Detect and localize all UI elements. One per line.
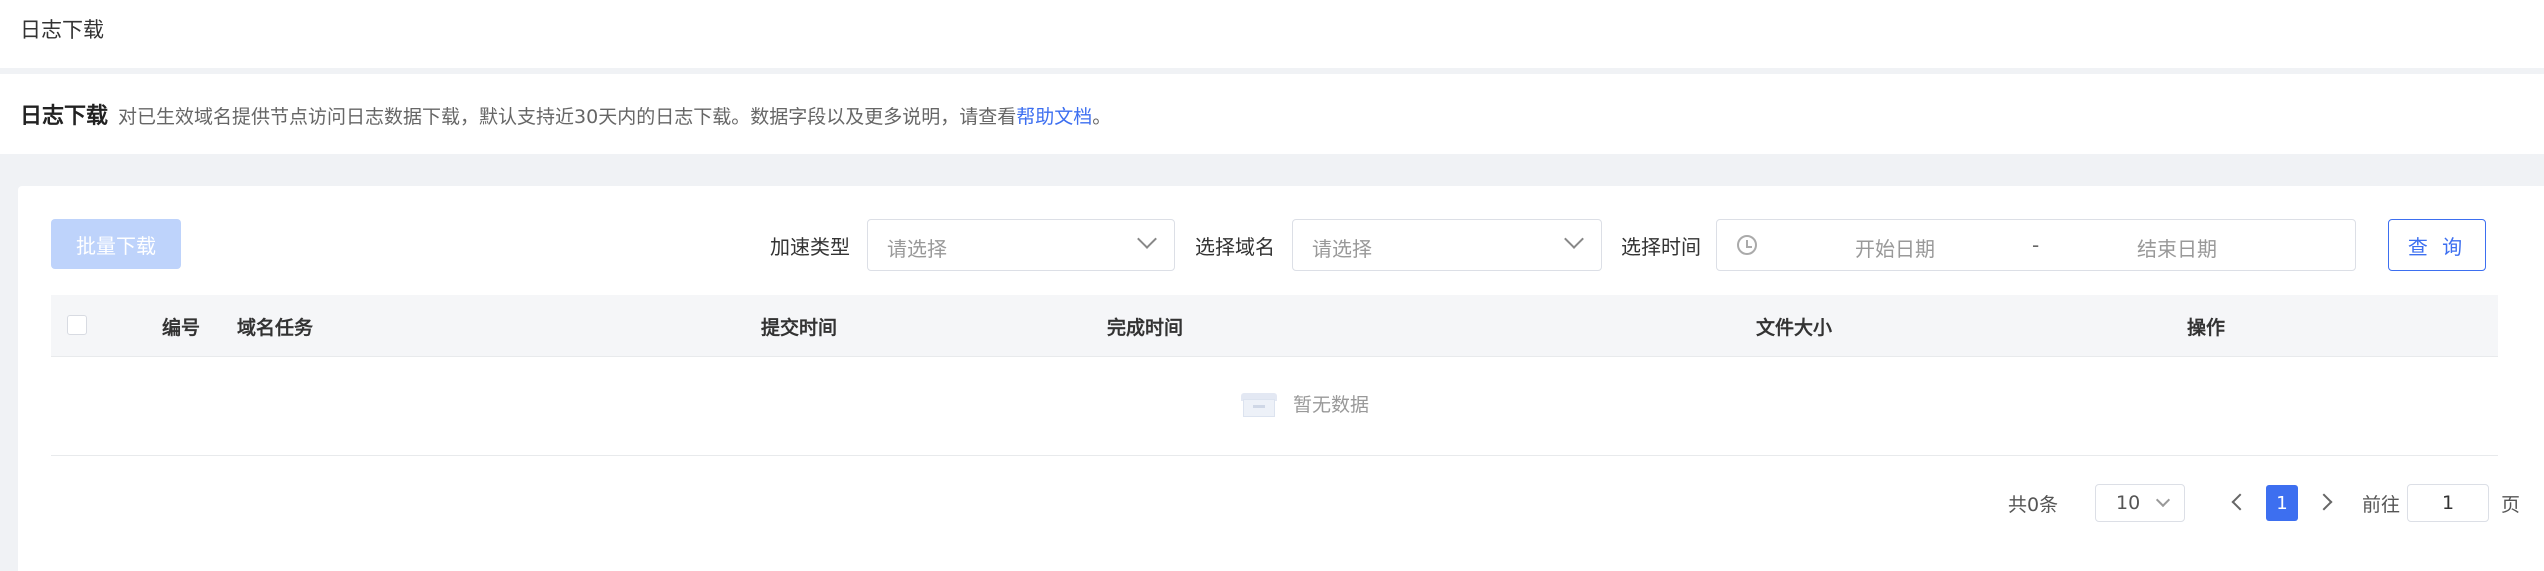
description-suffix: 。 — [1092, 106, 1112, 128]
table-empty-state: 暂无数据 — [51, 357, 2498, 456]
page-size-value: 10 — [2116, 492, 2141, 514]
accel-type-select[interactable]: 请选择 — [867, 219, 1175, 271]
description-line: 日志下载 对已生效域名提供节点访问日志数据下载，默认支持近30天内的日志下载。数据… — [20, 98, 1111, 130]
select-all-checkbox[interactable] — [67, 315, 87, 335]
column-header-id: 编号 — [162, 317, 201, 339]
goto-page-input[interactable] — [2407, 484, 2489, 522]
page-title: 日志下载 — [20, 18, 104, 42]
page-size-select[interactable]: 10 — [2095, 484, 2185, 522]
help-doc-link[interactable]: 帮助文档 — [1016, 106, 1092, 128]
column-header-submit-time: 提交时间 — [761, 317, 838, 339]
prev-page-icon[interactable] — [2231, 493, 2249, 511]
accel-type-label: 加速类型 — [770, 235, 850, 259]
empty-text: 暂无数据 — [1293, 394, 1370, 416]
query-button[interactable]: 查 询 — [2388, 219, 2486, 271]
range-separator: - — [2032, 233, 2040, 257]
chevron-down-icon — [1137, 229, 1157, 249]
pagination-total: 共0条 — [2008, 494, 2059, 516]
column-header-domain-task: 域名任务 — [237, 317, 314, 339]
log-download-card: 批量下载 加速类型 请选择 选择域名 请选择 选择时间 开始日期 - 结束日期 … — [18, 186, 2544, 571]
domain-placeholder: 请选择 — [1312, 237, 1372, 261]
batch-download-button[interactable]: 批量下载 — [51, 219, 181, 269]
date-range-picker[interactable]: 开始日期 - 结束日期 — [1716, 219, 2356, 271]
description-text: 对已生效域名提供节点访问日志数据下载，默认支持近30天内的日志下载。数据字段以及… — [118, 106, 1017, 128]
description-title: 日志下载 — [20, 104, 109, 129]
column-header-file-size: 文件大小 — [1756, 317, 1833, 339]
pagination-page-current[interactable]: 1 — [2266, 485, 2298, 521]
domain-label: 选择域名 — [1195, 235, 1275, 259]
clock-icon — [1737, 235, 1757, 255]
time-label: 选择时间 — [1621, 235, 1701, 259]
empty-message: 暂无数据 — [1241, 390, 1369, 417]
page-suffix-label: 页 — [2501, 494, 2521, 516]
goto-label: 前往 — [2362, 494, 2401, 516]
table-header: 编号 域名任务 提交时间 完成时间 文件大小 操作 — [51, 295, 2498, 357]
description-bar: 日志下载 对已生效域名提供节点访问日志数据下载，默认支持近30天内的日志下载。数据… — [0, 74, 2544, 154]
accel-type-placeholder: 请选择 — [887, 237, 947, 261]
empty-box-icon — [1241, 391, 1277, 417]
domain-select[interactable]: 请选择 — [1292, 219, 1602, 271]
next-page-icon[interactable] — [2315, 493, 2333, 511]
end-date-input[interactable]: 结束日期 — [2137, 233, 2217, 262]
top-bar: 日志下载 — [0, 0, 2544, 68]
column-header-actions: 操作 — [2187, 317, 2226, 339]
chevron-down-icon — [1564, 229, 1584, 249]
start-date-input[interactable]: 开始日期 — [1855, 233, 1935, 262]
column-header-complete-time: 完成时间 — [1107, 317, 1184, 339]
chevron-down-icon — [2155, 492, 2171, 508]
